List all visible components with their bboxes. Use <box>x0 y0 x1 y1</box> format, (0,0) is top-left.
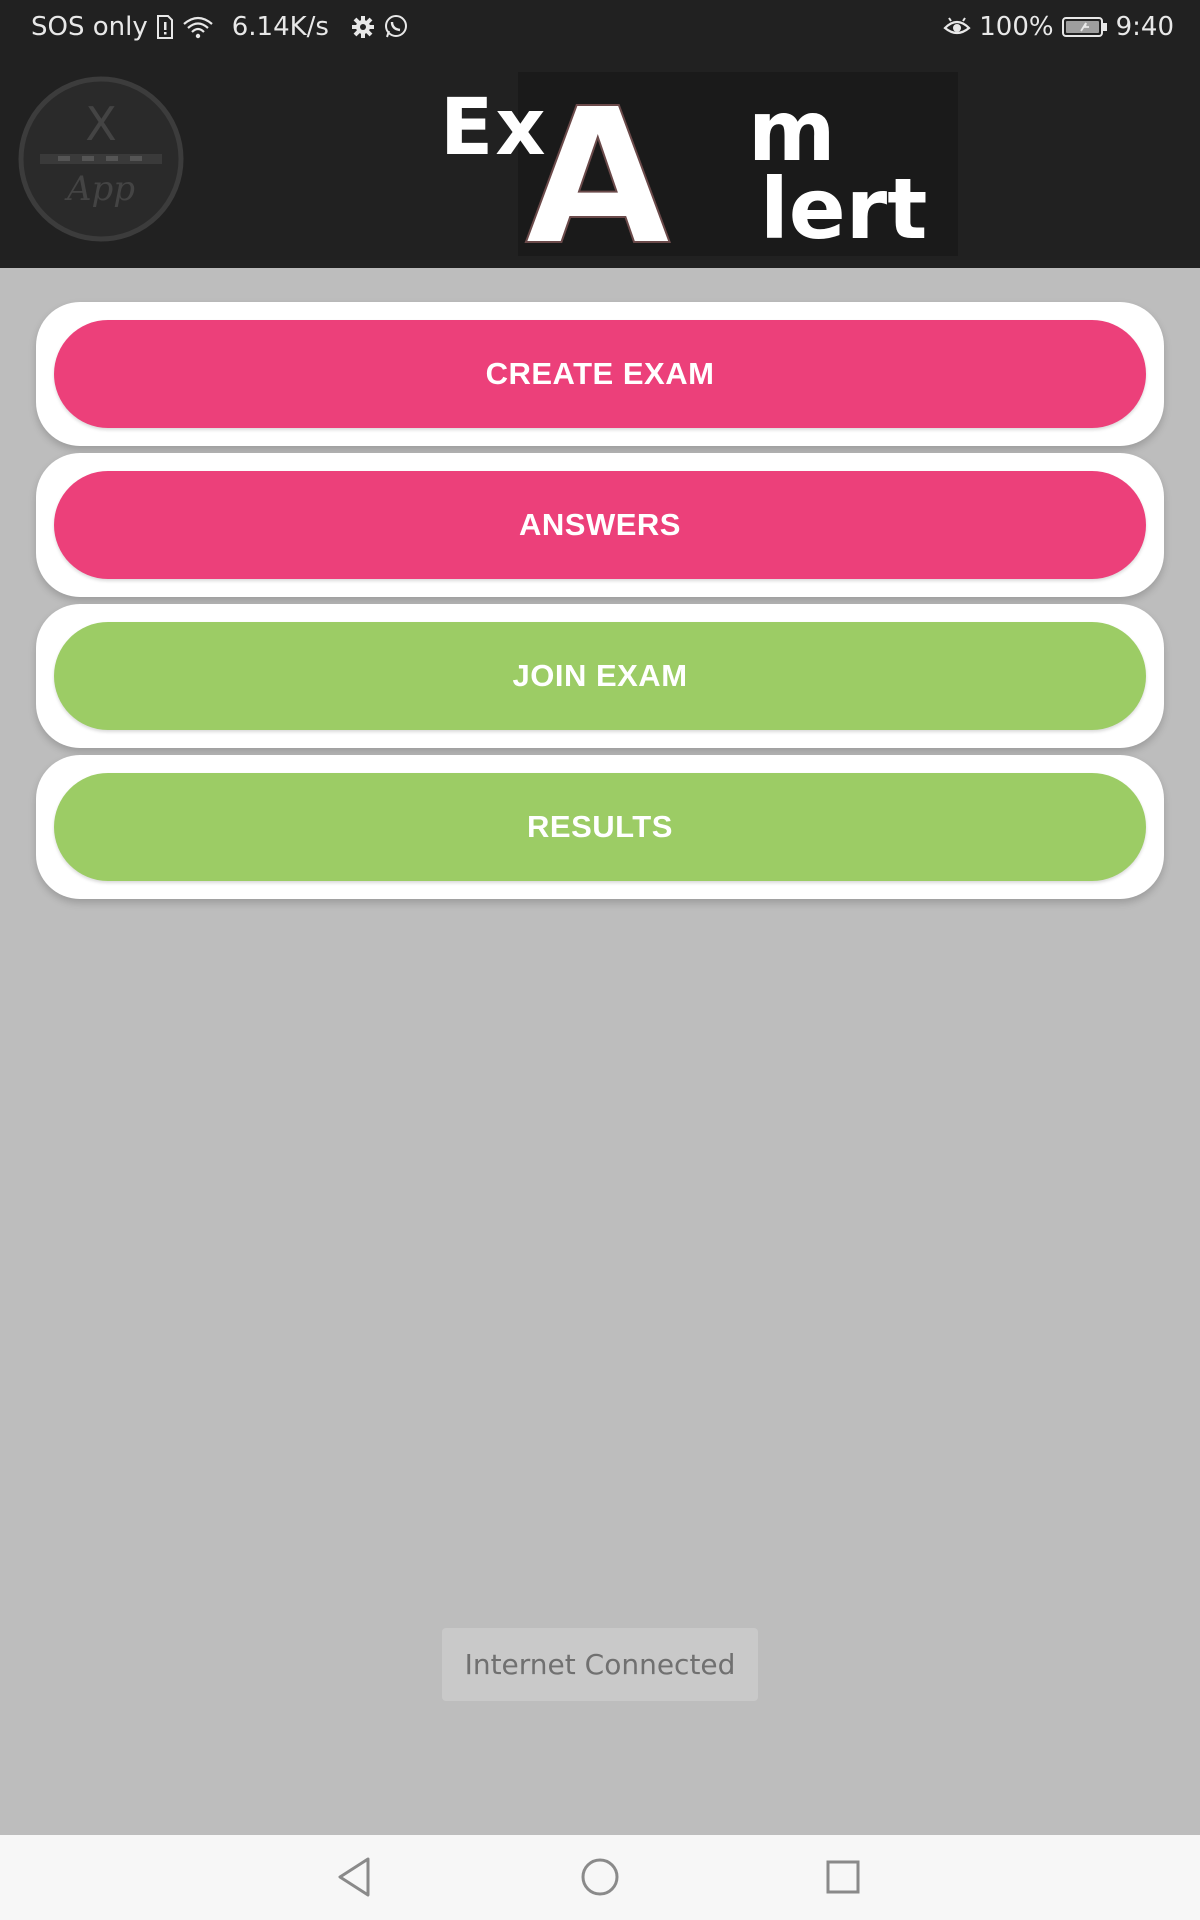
screen: SOS only 6.14K/s 100% 9:40 X App Ex A m … <box>0 0 1200 1920</box>
create-exam-button[interactable]: CREATE EXAM <box>54 320 1146 428</box>
menu-card-create-exam: CREATE EXAM <box>36 302 1164 446</box>
status-right: 100% 9:40 <box>943 12 1174 42</box>
battery-percent-text: 100% <box>979 12 1054 42</box>
status-bar: SOS only 6.14K/s 100% 9:40 <box>0 0 1200 54</box>
home-circle-icon[interactable] <box>572 1849 628 1905</box>
results-button[interactable]: RESULTS <box>54 773 1146 881</box>
navigation-bar <box>0 1835 1200 1920</box>
app-logo: X App <box>18 76 184 242</box>
app-title-wordmark: Ex A m lert <box>430 67 970 288</box>
title-part-a: A <box>525 68 671 258</box>
menu-card-results: RESULTS <box>36 755 1164 899</box>
eye-comfort-icon <box>943 16 971 38</box>
recents-square-icon[interactable] <box>815 1849 871 1905</box>
join-exam-button[interactable]: JOIN EXAM <box>54 622 1146 730</box>
back-triangle-icon[interactable] <box>326 1849 382 1905</box>
settings-gear-icon <box>351 15 375 39</box>
main-menu: CREATE EXAM ANSWERS JOIN EXAM RESULTS <box>36 302 1164 906</box>
menu-card-join-exam: JOIN EXAM <box>36 604 1164 748</box>
carrier-text: SOS only <box>31 12 148 42</box>
wifi-icon <box>182 15 214 39</box>
logo-script: App <box>64 169 135 209</box>
time-text: 9:40 <box>1115 12 1174 42</box>
network-speed-text: 6.14K/s <box>231 12 329 42</box>
title-part-lert: lert <box>760 160 927 258</box>
logo-letter: X <box>85 97 117 151</box>
menu-card-answers: ANSWERS <box>36 453 1164 597</box>
whatsapp-icon <box>383 14 409 40</box>
toast-message: Internet Connected <box>442 1628 758 1701</box>
sim-alert-icon <box>156 14 174 40</box>
status-left: SOS only 6.14K/s <box>31 12 409 42</box>
app-bar: X App Ex A m lert <box>0 54 1200 288</box>
battery-icon <box>1061 16 1108 38</box>
answers-button[interactable]: ANSWERS <box>54 471 1146 579</box>
